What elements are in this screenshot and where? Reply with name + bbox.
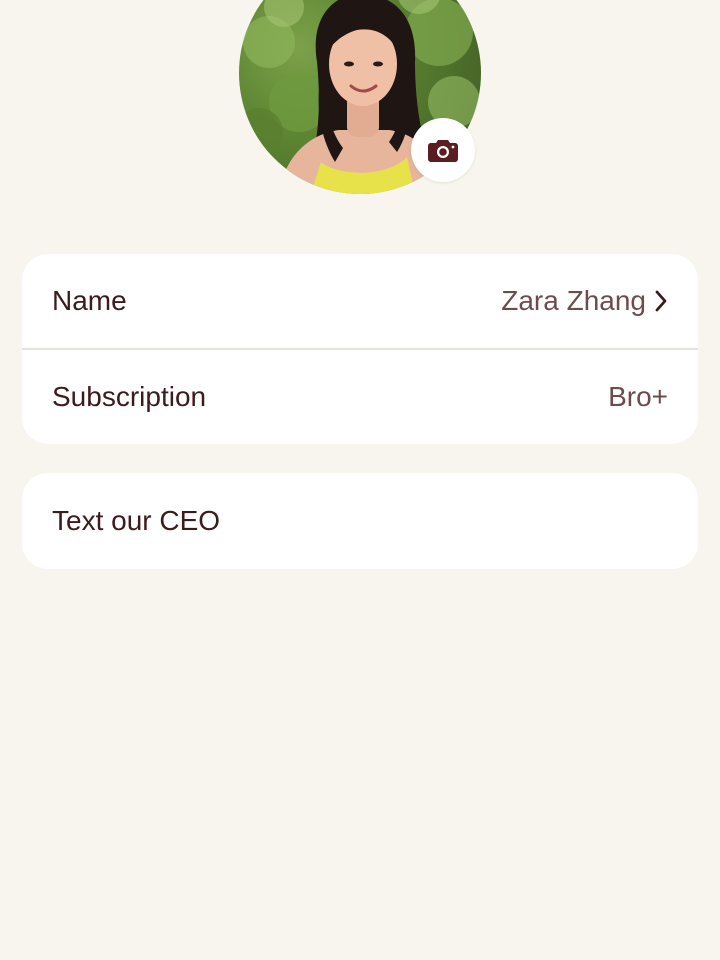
subscription-value: Bro+ [608,381,668,412]
chevron-right-icon [654,290,668,312]
name-row[interactable]: Name Zara Zhang [22,254,698,348]
subscription-label: Subscription [52,381,207,412]
name-label: Name [52,285,127,316]
change-photo-button[interactable] [411,118,475,182]
camera-icon [428,140,458,162]
text-ceo-row[interactable]: Text our CEO [22,473,698,569]
avatar-container [239,0,481,194]
text-ceo-label: Text our CEO [52,505,221,536]
name-value-group: Zara Zhang [501,285,668,317]
subscription-row[interactable]: Subscription Bro+ [22,348,698,444]
ceo-card: Text our CEO [22,473,698,569]
name-value: Zara Zhang [501,285,646,316]
profile-settings-card: Name Zara Zhang Subscription Bro+ [22,254,698,444]
profile-screen: Name Zara Zhang Subscription Bro+ Text o… [0,0,720,960]
